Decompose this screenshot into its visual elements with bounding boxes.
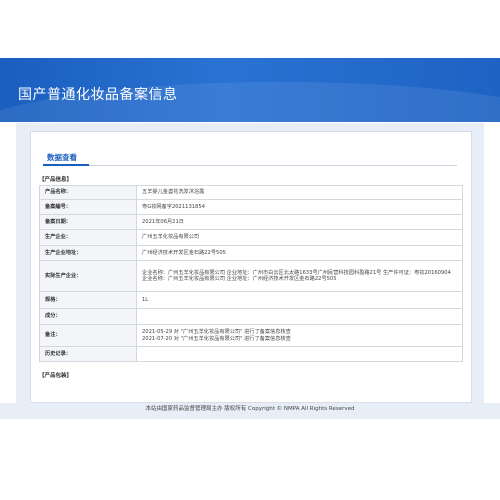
- row-value: 五羊婴儿金盏花洗发沐浴露: [136, 185, 463, 200]
- row-key: 生产企业地址：: [39, 245, 137, 261]
- section-title-product-info: 【产品信息】: [39, 177, 73, 183]
- table-row: 备案编号： 粤G妆网备字2021131854: [39, 199, 463, 215]
- footer-copyright: 本站由国家药品监督管理局主办 版权所有 Copyright © NMPA All…: [145, 406, 355, 412]
- tab-divider: [43, 165, 457, 166]
- row-key: 历史记录：: [39, 346, 137, 362]
- row-key: 规格：: [39, 291, 137, 309]
- tab-active-indicator: [43, 164, 89, 166]
- row-key: 成分：: [39, 308, 137, 325]
- row-key: 实际生产企业：: [39, 260, 137, 292]
- page-title: 国产普通化妆品备案信息: [18, 87, 178, 103]
- table-row: 历史记录：: [39, 346, 463, 362]
- row-value: 2021-05-29 对 "广州五羊化妆品有限公司" 进行了备案信息核查 202…: [136, 324, 463, 347]
- row-value: 广州五羊化妆品有限公司: [136, 229, 463, 246]
- table-row: 备注： 2021-05-29 对 "广州五羊化妆品有限公司" 进行了备案信息核查…: [39, 324, 463, 347]
- row-value: 2021年06月21日: [136, 214, 463, 230]
- row-value: [136, 308, 463, 325]
- table-row: 生产企业： 广州五羊化妆品有限公司: [39, 229, 463, 246]
- product-info-table: 产品名称： 五羊婴儿金盏花洗发沐浴露 备案编号： 粤G妆网备字202113185…: [39, 185, 463, 362]
- table-row: 成分：: [39, 308, 463, 325]
- row-key: 生产企业：: [39, 229, 137, 246]
- row-key: 备案日期：: [39, 214, 137, 230]
- row-key: 产品名称：: [39, 185, 137, 200]
- row-value: 粤G妆网备字2021131854: [136, 199, 463, 215]
- row-value: 1L: [136, 291, 463, 309]
- content-area: 数据查看 【产品信息】 产品名称： 五羊婴儿金盏花洗发沐浴露 备案编号： 粤G妆…: [16, 123, 484, 403]
- row-key: 备注：: [39, 324, 137, 347]
- row-value: 企业名称：广州五羊化妆品有限公司 企业地址：广州市白云区北太路1633号广州民营…: [136, 260, 463, 292]
- table-row: 产品名称： 五羊婴儿金盏花洗发沐浴露: [39, 185, 463, 200]
- section-title-product-package: 【产品包装】: [39, 373, 73, 379]
- tab-data-view[interactable]: 数据查看: [47, 152, 77, 163]
- table-row: 生产企业地址： 广州经济技术开发区金石路22号505: [39, 245, 463, 261]
- table-row: 备案日期： 2021年06月21日: [39, 214, 463, 230]
- table-row: 实际生产企业： 企业名称：广州五羊化妆品有限公司 企业地址：广州市白云区北太路1…: [39, 260, 463, 292]
- row-key: 备案编号：: [39, 199, 137, 215]
- data-panel: 数据查看 【产品信息】 产品名称： 五羊婴儿金盏花洗发沐浴露 备案编号： 粤G妆…: [30, 131, 472, 403]
- row-value: 广州经济技术开发区金石路22号505: [136, 245, 463, 261]
- page-footer: 本站由国家药品监督管理局主办 版权所有 Copyright © NMPA All…: [0, 403, 500, 419]
- table-row: 规格： 1L: [39, 291, 463, 309]
- page-header: 国产普通化妆品备案信息: [0, 58, 500, 122]
- row-value: [136, 346, 463, 362]
